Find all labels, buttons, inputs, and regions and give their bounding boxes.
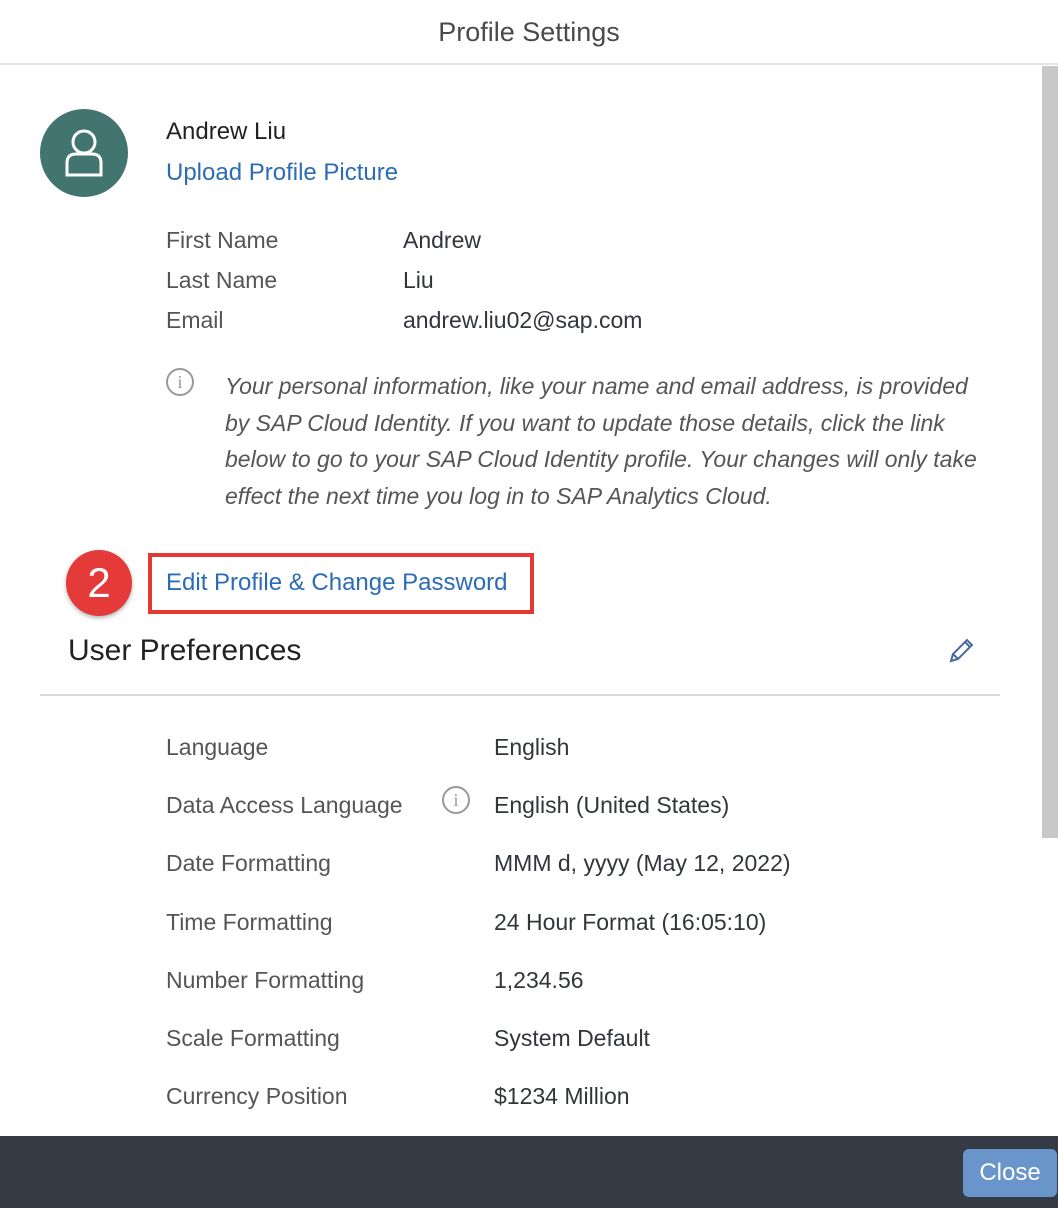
field-value: Liu [403, 267, 434, 293]
dialog-footer [0, 1136, 1058, 1208]
field-row: Last Name Liu [166, 267, 642, 307]
preference-label: Scale Formatting [166, 1024, 340, 1051]
field-label: Email [166, 307, 224, 333]
preference-row: Number Formatting 1,234.56 [166, 967, 791, 1025]
preference-row: Language English [166, 734, 791, 792]
preference-label: Currency Position [166, 1083, 348, 1110]
field-row: First Name Andrew [166, 227, 642, 267]
preference-row: Time Formatting 24 Hour Format (16:05:10) [166, 909, 791, 967]
edit-profile-link[interactable]: Edit Profile & Change Password [166, 569, 508, 597]
close-button[interactable]: Close [963, 1149, 1057, 1197]
preference-row: Currency Position $1234 Million [166, 1083, 791, 1141]
field-row: Email andrew.liu02@sap.com [166, 307, 642, 347]
preference-label: Data Access Language [166, 792, 403, 819]
edit-preferences-button[interactable] [946, 636, 976, 666]
preference-row: Date Formatting MMM d, yyyy (May 12, 2022… [166, 850, 791, 908]
preference-value: $1234 Million [494, 1083, 630, 1110]
scrollbar[interactable] [1042, 66, 1058, 838]
info-icon[interactable]: i [442, 786, 470, 815]
preference-label: Language [166, 734, 269, 760]
preference-label: Time Formatting [166, 908, 333, 935]
preference-row: Scale Formatting System Default [166, 1025, 791, 1083]
upload-profile-picture-link[interactable]: Upload Profile Picture [166, 159, 398, 187]
user-name: Andrew Liu [166, 118, 287, 145]
preference-value: MMM d, yyyy (May 12, 2022) [494, 850, 791, 877]
field-label: First Name [166, 227, 279, 253]
avatar [40, 109, 128, 197]
preference-value: System Default [494, 1024, 650, 1051]
preference-value: 24 Hour Format (16:05:10) [494, 908, 767, 935]
dialog-title: Profile Settings [0, 0, 1058, 65]
preference-row: Data Access Language i English (United Sta… [166, 786, 791, 850]
preference-value: English [494, 734, 570, 760]
section-title: User Preferences [68, 634, 302, 667]
step-badge: 2 [66, 550, 132, 616]
field-value: Andrew [403, 227, 481, 253]
preferences-list: Language English Data Access Language i Eng… [166, 734, 791, 1141]
field-value: andrew.liu02@sap.com [403, 307, 643, 333]
pencil-icon [949, 638, 974, 663]
info-icon: i [166, 368, 194, 396]
field-label: Last Name [166, 267, 278, 293]
preference-label: Date Formatting [166, 850, 331, 877]
preference-label: Number Formatting [166, 966, 365, 993]
user-icon [65, 129, 103, 177]
preference-value: 1,234.56 [494, 966, 584, 993]
preference-value: English (United States) [494, 792, 730, 819]
profile-fields: First Name Andrew Last Name Liu Email andre… [166, 227, 642, 347]
divider [40, 694, 1000, 696]
info-note: Your personal information, like your nam… [225, 373, 977, 509]
